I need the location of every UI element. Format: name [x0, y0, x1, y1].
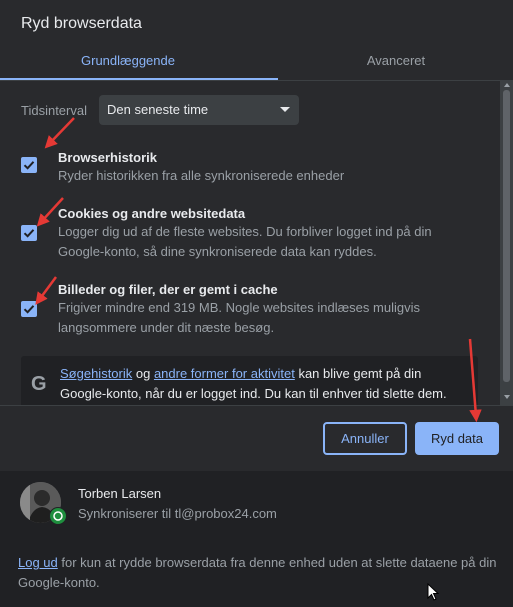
- cancel-button[interactable]: Annuller: [323, 422, 407, 455]
- info-text-part: og: [132, 366, 154, 381]
- time-range-label: Tidsinterval: [21, 103, 87, 118]
- option-description: Logger dig ud af de fleste websites. Du …: [58, 224, 432, 259]
- clear-data-button[interactable]: Ryd data: [415, 422, 499, 455]
- option-title: Browserhistorik: [58, 150, 157, 165]
- logout-link[interactable]: Log ud: [18, 555, 58, 570]
- tab-selected-indicator: [0, 78, 278, 80]
- option-description: Frigiver mindre end 319 MB. Nogle websit…: [58, 300, 420, 335]
- sync-icon: [53, 511, 63, 521]
- scroll-up-icon[interactable]: [504, 83, 510, 87]
- browsing-history-checkbox[interactable]: [21, 157, 37, 173]
- checkmark-icon: [23, 229, 35, 238]
- info-text: Søgehistorik og andre former for aktivit…: [60, 364, 470, 404]
- dropdown-caret-icon: [280, 107, 290, 112]
- dialog-actions: Annuller Ryd data: [0, 405, 513, 471]
- tab-advanced-label: Avanceret: [366, 53, 426, 68]
- options-scroll-area[interactable]: Tidsinterval Den seneste time Browserhis…: [0, 81, 500, 405]
- search-history-link[interactable]: Søgehistorik: [60, 366, 132, 381]
- sync-status-icon: [49, 507, 67, 525]
- checkmark-icon: [23, 161, 35, 170]
- time-range-select[interactable]: Den seneste time: [99, 95, 299, 125]
- clear-browsing-data-dialog: Ryd browserdata Grundlæggende Avanceret …: [0, 0, 513, 607]
- tab-bar: Grundlæggende Avanceret: [0, 44, 513, 81]
- logout-text: for kun at rydde browserdata fra denne e…: [18, 555, 497, 590]
- tab-basic-label: Grundlæggende: [81, 53, 175, 68]
- cookies-checkbox[interactable]: [21, 225, 37, 241]
- cache-checkbox[interactable]: [21, 301, 37, 317]
- scroll-down-icon[interactable]: [504, 395, 510, 399]
- mouse-cursor-icon: [427, 583, 439, 601]
- option-description: Ryder historikken fra alle synkronisered…: [58, 168, 345, 183]
- account-name: Torben Larsen: [78, 486, 162, 501]
- time-range-value: Den seneste time: [107, 102, 209, 117]
- google-account-info-box: G Søgehistorik og andre former for aktiv…: [21, 356, 478, 405]
- scrollbar-thumb[interactable]: [503, 90, 510, 382]
- google-g-icon: G: [31, 373, 47, 395]
- tab-advanced[interactable]: Avanceret: [268, 44, 513, 79]
- option-title: Cookies og andre websitedata: [58, 206, 246, 221]
- checkmark-icon: [23, 305, 35, 314]
- dialog-title: Ryd browserdata: [21, 15, 142, 32]
- account-sync-text: Synkroniserer til tl@probox24.com: [78, 506, 277, 521]
- tab-basic[interactable]: Grundlæggende: [0, 44, 278, 80]
- other-activity-link[interactable]: andre former for aktivitet: [154, 366, 295, 381]
- option-title: Billeder og filer, der er gemt i cache: [58, 282, 278, 297]
